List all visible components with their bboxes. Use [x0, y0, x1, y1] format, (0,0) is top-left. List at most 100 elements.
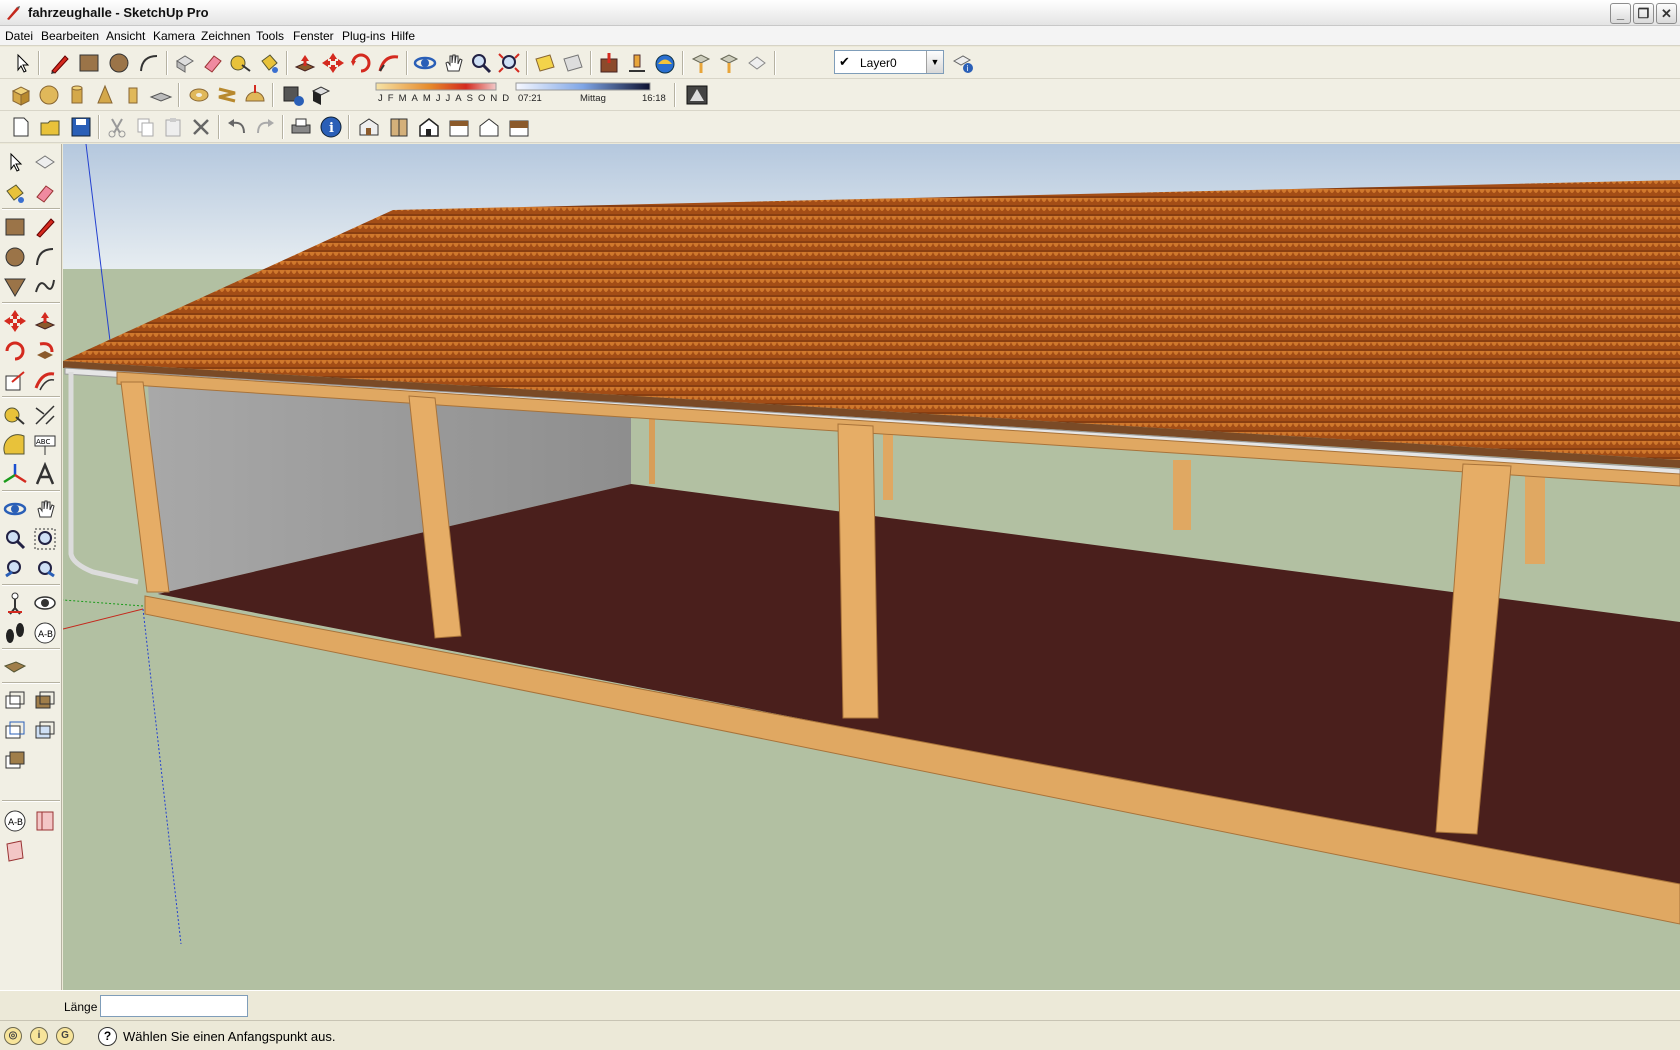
section-fill-icon[interactable] — [2, 838, 28, 864]
help-icon[interactable]: ? — [98, 1027, 117, 1046]
paint-bucket-icon[interactable] — [2, 180, 28, 206]
select-tool-icon[interactable] — [2, 150, 28, 176]
geo-location-icon[interactable]: ◎ — [4, 1027, 22, 1045]
front-view-icon[interactable] — [416, 115, 442, 139]
axes-tool-icon[interactable] — [2, 462, 28, 488]
redo-icon[interactable] — [252, 115, 278, 139]
make-component-icon[interactable] — [172, 51, 198, 75]
dome-icon[interactable] — [242, 83, 268, 107]
push-pull-icon[interactable] — [32, 308, 58, 334]
zoom-window-icon[interactable] — [32, 526, 58, 552]
share-model-icon[interactable] — [624, 51, 650, 75]
look-around-icon[interactable] — [32, 590, 58, 616]
sandbox-from-contours-icon[interactable] — [2, 654, 28, 680]
google-account-icon[interactable]: G — [56, 1027, 74, 1045]
chevron-down-icon[interactable]: ▼ — [926, 51, 943, 73]
layer-manager-icon[interactable]: i — [950, 51, 976, 75]
top-view-icon[interactable] — [386, 115, 412, 139]
open-folder-icon[interactable] — [38, 115, 64, 139]
cone-icon[interactable] — [92, 83, 118, 107]
tube-icon[interactable] — [120, 83, 146, 107]
3d-text-icon[interactable] — [32, 462, 58, 488]
restore-button[interactable]: ❐ — [1633, 3, 1654, 24]
display-section-icon[interactable] — [560, 51, 586, 75]
previous-view-icon[interactable] — [2, 556, 28, 582]
rectangle-tool-icon[interactable] — [76, 51, 102, 75]
new-file-icon[interactable] — [8, 115, 34, 139]
modeling-viewport[interactable] — [63, 144, 1680, 990]
zoom-tool-icon[interactable] — [468, 51, 494, 75]
layer-dropdown[interactable]: ✔ Layer0 ▼ — [834, 50, 944, 74]
sphere-icon[interactable] — [36, 83, 62, 107]
arc-tool-icon[interactable] — [32, 244, 58, 270]
position-camera-icon[interactable] — [2, 590, 28, 616]
select-tool-icon[interactable] — [8, 51, 34, 75]
3d-model-scene[interactable] — [63, 144, 1680, 990]
move-tool-icon[interactable] — [2, 308, 28, 334]
shadow-settings-icon[interactable] — [280, 83, 306, 107]
pencil-tool-icon[interactable] — [46, 51, 72, 75]
cylinder-icon[interactable] — [64, 83, 90, 107]
section-cut-icon[interactable] — [32, 808, 58, 834]
section-plane-icon[interactable]: A-B — [32, 620, 58, 646]
arc-tool-icon[interactable] — [136, 51, 162, 75]
menu-plugins[interactable]: Plug-ins — [342, 29, 385, 43]
get-models-icon[interactable] — [596, 51, 622, 75]
cut-icon[interactable] — [104, 115, 130, 139]
fog-toggle-icon[interactable] — [684, 83, 710, 107]
make-component-icon[interactable] — [32, 150, 58, 176]
scale-tool-icon[interactable] — [2, 368, 28, 394]
helix-icon[interactable] — [214, 83, 240, 107]
copy-icon[interactable] — [132, 115, 158, 139]
tape-measure-icon[interactable] — [2, 402, 28, 428]
rotate-tool-icon[interactable] — [348, 51, 374, 75]
menu-ansicht[interactable]: Ansicht — [106, 29, 145, 43]
menu-hilfe[interactable]: Hilfe — [391, 29, 415, 43]
google-earth-icon[interactable] — [652, 51, 678, 75]
freehand-tool-icon[interactable] — [32, 274, 58, 300]
circle-tool-icon[interactable] — [2, 244, 28, 270]
pencil-tool-icon[interactable] — [32, 214, 58, 240]
circle-tool-icon[interactable] — [106, 51, 132, 75]
stamp-tool-icon[interactable] — [2, 718, 28, 744]
zoom-extents-icon[interactable] — [496, 51, 522, 75]
minimize-button[interactable]: _ — [1610, 3, 1631, 24]
eraser-tool-icon[interactable] — [200, 51, 226, 75]
iso-view-icon[interactable] — [356, 115, 382, 139]
plane-icon[interactable] — [148, 83, 174, 107]
measurement-input[interactable] — [100, 995, 248, 1017]
dimension-tool-icon[interactable] — [32, 402, 58, 428]
sandbox-scratch-icon[interactable] — [2, 688, 28, 714]
zoom-extents-icon[interactable] — [32, 556, 58, 582]
follow-me-icon[interactable] — [376, 51, 402, 75]
protractor-tool-icon[interactable] — [2, 432, 28, 458]
close-button[interactable]: ✕ — [1656, 3, 1677, 24]
offset-tool-icon[interactable] — [32, 368, 58, 394]
move-tool-icon[interactable] — [320, 51, 346, 75]
pan-tool-icon[interactable] — [32, 496, 58, 522]
box-icon[interactable] — [8, 83, 34, 107]
eraser-tool-icon[interactable] — [32, 180, 58, 206]
follow-me-icon[interactable] — [32, 338, 58, 364]
toggle-terrain-icon[interactable] — [716, 51, 742, 75]
sketchup-app-icon[interactable] — [5, 5, 21, 21]
right-view-icon[interactable] — [446, 115, 472, 139]
get-current-view-icon[interactable] — [688, 51, 714, 75]
delete-icon[interactable] — [188, 115, 214, 139]
credits-icon[interactable]: i — [30, 1027, 48, 1045]
smoove-tool-icon[interactable] — [32, 688, 58, 714]
orbit-tool-icon[interactable] — [412, 51, 438, 75]
print-icon[interactable] — [288, 115, 314, 139]
add-detail-icon[interactable] — [2, 748, 28, 774]
section-display-icon[interactable]: A-B — [2, 808, 28, 834]
zoom-tool-icon[interactable] — [2, 526, 28, 552]
menu-bearbeiten[interactable]: Bearbeiten — [41, 29, 99, 43]
display-shadows-icon[interactable] — [308, 83, 334, 107]
undo-icon[interactable] — [224, 115, 250, 139]
paste-icon[interactable] — [160, 115, 186, 139]
paint-bucket-icon[interactable] — [256, 51, 282, 75]
section-plane-icon[interactable] — [532, 51, 558, 75]
torus-icon[interactable] — [186, 83, 212, 107]
left-view-icon[interactable] — [506, 115, 532, 139]
push-pull-icon[interactable] — [292, 51, 318, 75]
